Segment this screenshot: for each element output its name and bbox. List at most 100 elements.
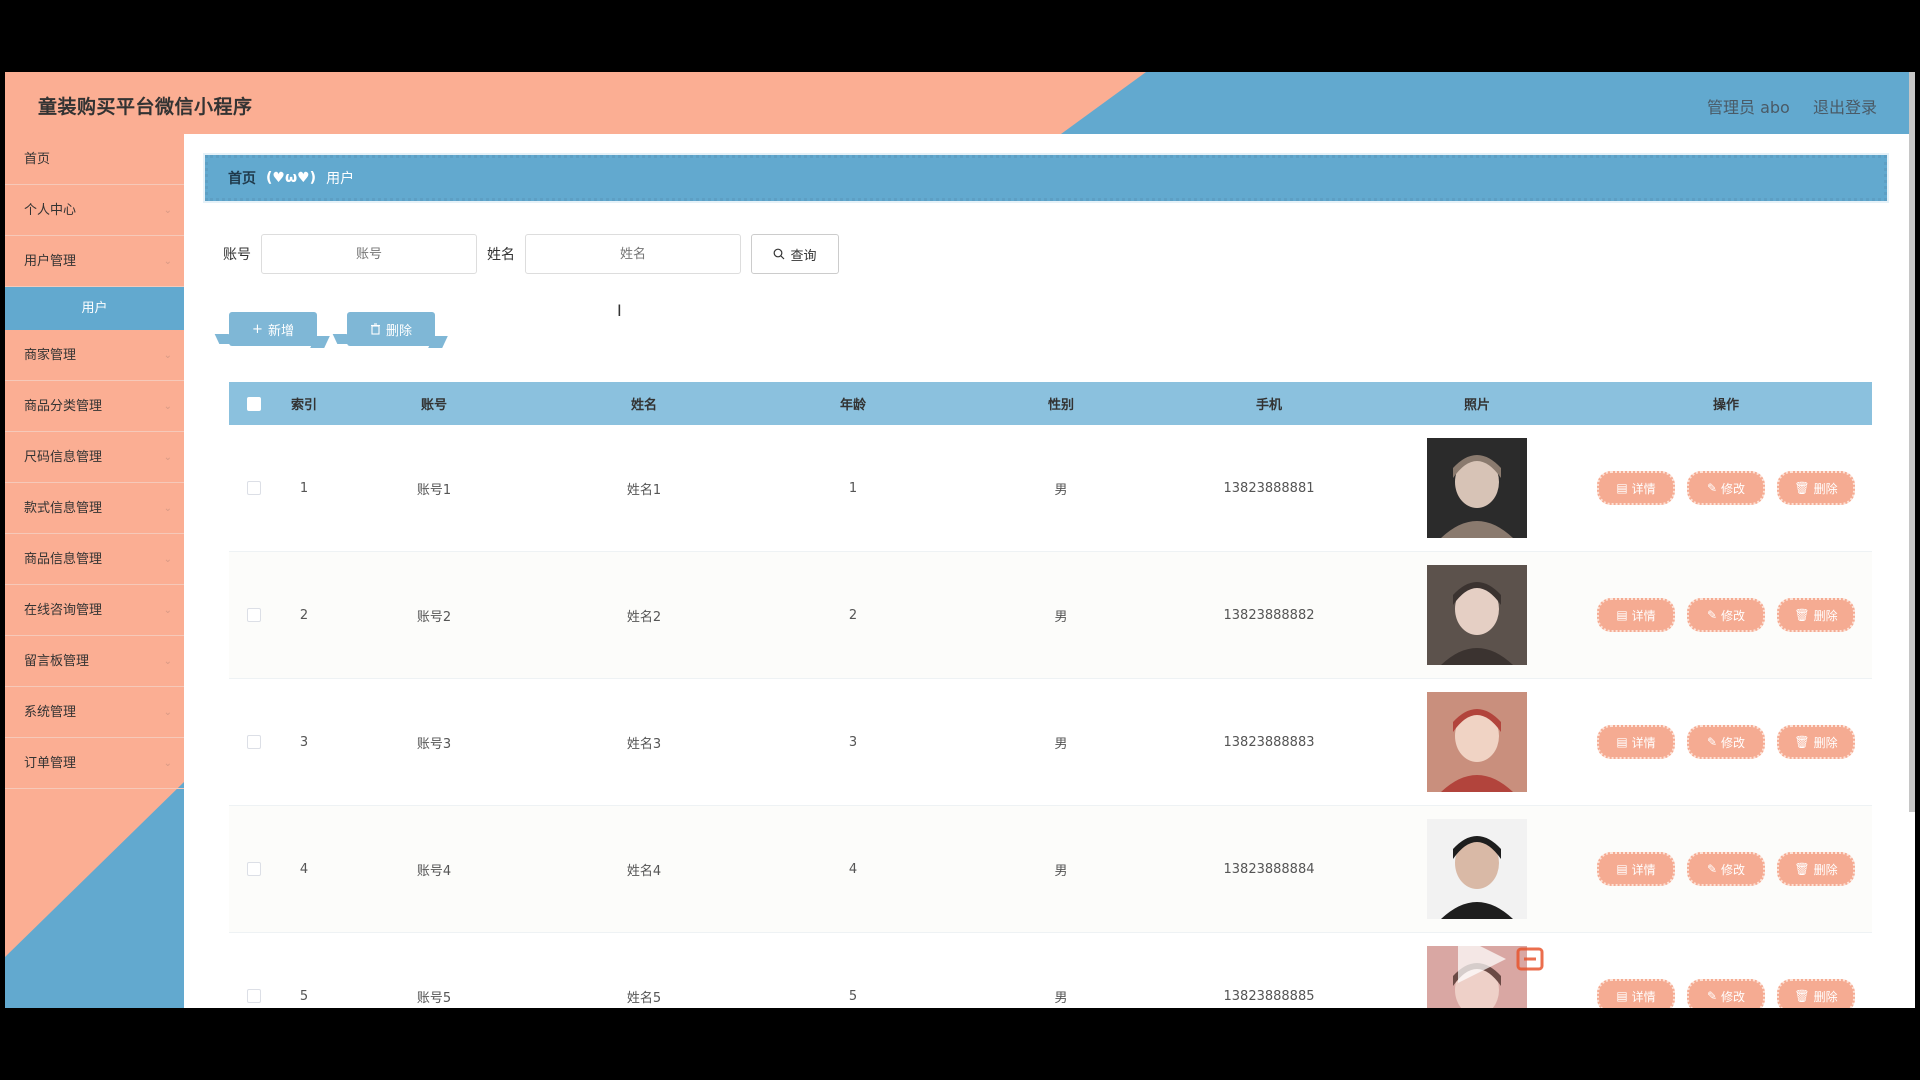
row-checkbox[interactable]	[247, 735, 261, 749]
user-photo	[1427, 819, 1527, 919]
logo-icon	[1516, 947, 1544, 971]
trash-icon: 🗑	[1794, 481, 1810, 495]
detail-button[interactable]: ▤ 详情	[1597, 725, 1675, 759]
sidebar-subitem-users[interactable]: 用户	[5, 287, 184, 330]
add-button[interactable]: + 新增	[229, 312, 317, 346]
row-checkbox[interactable]	[247, 481, 261, 495]
sidebar-item[interactable]: 订单管理 ⌄	[5, 738, 184, 789]
query-button[interactable]: 查询	[751, 234, 839, 274]
breadcrumb-separator: (♥ω♥)	[266, 170, 317, 186]
sidebar-item[interactable]: 用户管理 ⌄	[5, 236, 184, 287]
trash-icon: 🗑	[1794, 989, 1810, 1003]
search-icon	[774, 248, 785, 260]
cell-account: 账号4	[416, 863, 452, 879]
sidebar-item[interactable]: 系统管理 ⌄	[5, 687, 184, 738]
top-header: 童装购买平台微信小程序 管理员 abo 退出登录	[5, 72, 1915, 134]
chevron-down-icon: ⌄	[163, 656, 172, 667]
breadcrumb-home[interactable]: 首页	[228, 168, 256, 188]
action-bar: + 新增 删除	[229, 312, 435, 346]
delete-button[interactable]: 🗑 删除	[1777, 471, 1855, 505]
cell-gender: 男	[1054, 736, 1068, 752]
detail-button[interactable]: ▤ 详情	[1597, 598, 1675, 632]
col-index: 索引	[290, 398, 317, 413]
edit-button[interactable]: ✎ 修改	[1687, 979, 1765, 1008]
sidebar-item[interactable]: 商品分类管理 ⌄	[5, 381, 184, 432]
pencil-icon: ✎	[1706, 481, 1718, 495]
cell-gender: 男	[1054, 990, 1068, 1006]
delete-label: 删除	[1813, 862, 1838, 877]
sidebar-item[interactable]: 商品信息管理 ⌄	[5, 534, 184, 585]
scrollbar[interactable]	[1909, 72, 1915, 812]
cell-name: 姓名1	[626, 482, 662, 498]
detail-label: 详情	[1631, 608, 1656, 623]
sidebar: 首页 个人中心 ⌄ 用户管理 ⌄ 用户 商家管理 ⌄ 商品分类管理 ⌄ 尺码信息管理 ⌄ 款式信息管理 ⌄…	[5, 134, 184, 1008]
logout-link[interactable]: 退出登录	[1813, 94, 1877, 118]
select-all-checkbox[interactable]	[247, 396, 261, 411]
sidebar-item-label: 个人中心	[24, 203, 77, 218]
sidebar-item-label: 尺码信息管理	[24, 450, 103, 465]
edit-button[interactable]: ✎ 修改	[1687, 725, 1765, 759]
admin-label: 管理员 abo	[1707, 98, 1790, 117]
name-label: 姓名	[487, 247, 515, 263]
edit-button[interactable]: ✎ 修改	[1687, 598, 1765, 632]
cell-phone: 13823888883	[1223, 734, 1315, 750]
detail-button[interactable]: ▤ 详情	[1597, 471, 1675, 505]
col-account: 账号	[420, 398, 447, 413]
batch-delete-button[interactable]: 删除	[347, 312, 435, 346]
trash-icon	[370, 323, 380, 335]
sidebar-item-label: 系统管理	[24, 705, 77, 720]
sidebar-item[interactable]: 商家管理 ⌄	[5, 330, 184, 381]
cell-name: 姓名5	[626, 990, 662, 1006]
cell-phone: 13823888882	[1223, 607, 1315, 623]
delete-button[interactable]: 🗑 删除	[1777, 979, 1855, 1008]
sidebar-item-label: 商品分类管理	[24, 399, 103, 414]
table-body: 1 账号1 姓名1 1 男 13823888881 ▤ 详情 ✎ 修改 🗑 删除 2 账号2 姓名2 2 男 13…	[229, 425, 1872, 1008]
table-row: 4 账号4 姓名4 4 男 13823888884 ▤ 详情 ✎ 修改 🗑 删除	[229, 806, 1872, 933]
cell-age: 5	[848, 988, 858, 1004]
name-search-input[interactable]	[525, 234, 741, 274]
col-name: 姓名	[630, 398, 657, 413]
chevron-down-icon: ⌄	[163, 452, 172, 463]
row-checkbox[interactable]	[247, 862, 261, 876]
cell-age: 1	[848, 480, 858, 496]
sidebar-item[interactable]: 款式信息管理 ⌄	[5, 483, 184, 534]
col-gender: 性别	[1047, 398, 1074, 413]
sidebar-item[interactable]: 在线咨询管理 ⌄	[5, 585, 184, 636]
row-checkbox[interactable]	[247, 989, 261, 1003]
sidebar-item[interactable]: 留言板管理 ⌄	[5, 636, 184, 687]
delete-button[interactable]: 🗑 删除	[1777, 598, 1855, 632]
scrollbar-thumb[interactable]	[1909, 72, 1915, 812]
search-bar: 账号 姓名 查询	[223, 233, 839, 275]
document-icon: ▤	[1616, 989, 1628, 1003]
document-icon: ▤	[1616, 481, 1628, 495]
chevron-down-icon: ⌄	[163, 554, 172, 565]
cell-name: 姓名3	[626, 736, 662, 752]
delete-button[interactable]: 🗑 删除	[1777, 852, 1855, 886]
trash-icon: 🗑	[1794, 862, 1810, 876]
add-label: 新增	[267, 323, 294, 339]
users-table: 索引 账号 姓名 年龄 性别 手机 照片 操作 1 账号1 姓名1 1 男 1382388…	[229, 382, 1872, 1008]
delete-button[interactable]: 🗑 删除	[1777, 725, 1855, 759]
cell-account: 账号1	[416, 482, 452, 498]
edit-button[interactable]: ✎ 修改	[1687, 471, 1765, 505]
play-icon	[1458, 935, 1506, 983]
edit-label: 修改	[1721, 989, 1746, 1004]
delete-label: 删除	[1813, 608, 1838, 623]
sidebar-item-label: 首页	[24, 152, 51, 167]
sidebar-item[interactable]: 尺码信息管理 ⌄	[5, 432, 184, 483]
detail-button[interactable]: ▤ 详情	[1597, 979, 1675, 1008]
detail-label: 详情	[1631, 735, 1656, 750]
sidebar-item[interactable]: 个人中心 ⌄	[5, 185, 184, 236]
edit-label: 修改	[1721, 735, 1746, 750]
account-search-input[interactable]	[261, 234, 477, 274]
cell-gender: 男	[1054, 863, 1068, 879]
cell-index: 1	[299, 480, 309, 496]
row-checkbox[interactable]	[247, 608, 261, 622]
detail-button[interactable]: ▤ 详情	[1597, 852, 1675, 886]
chevron-down-icon: ⌄	[163, 401, 172, 412]
sidebar-item[interactable]: 首页	[5, 134, 184, 185]
edit-button[interactable]: ✎ 修改	[1687, 852, 1765, 886]
cell-phone: 13823888885	[1223, 988, 1315, 1004]
edit-label: 修改	[1721, 481, 1746, 496]
trash-icon: 🗑	[1794, 735, 1810, 749]
